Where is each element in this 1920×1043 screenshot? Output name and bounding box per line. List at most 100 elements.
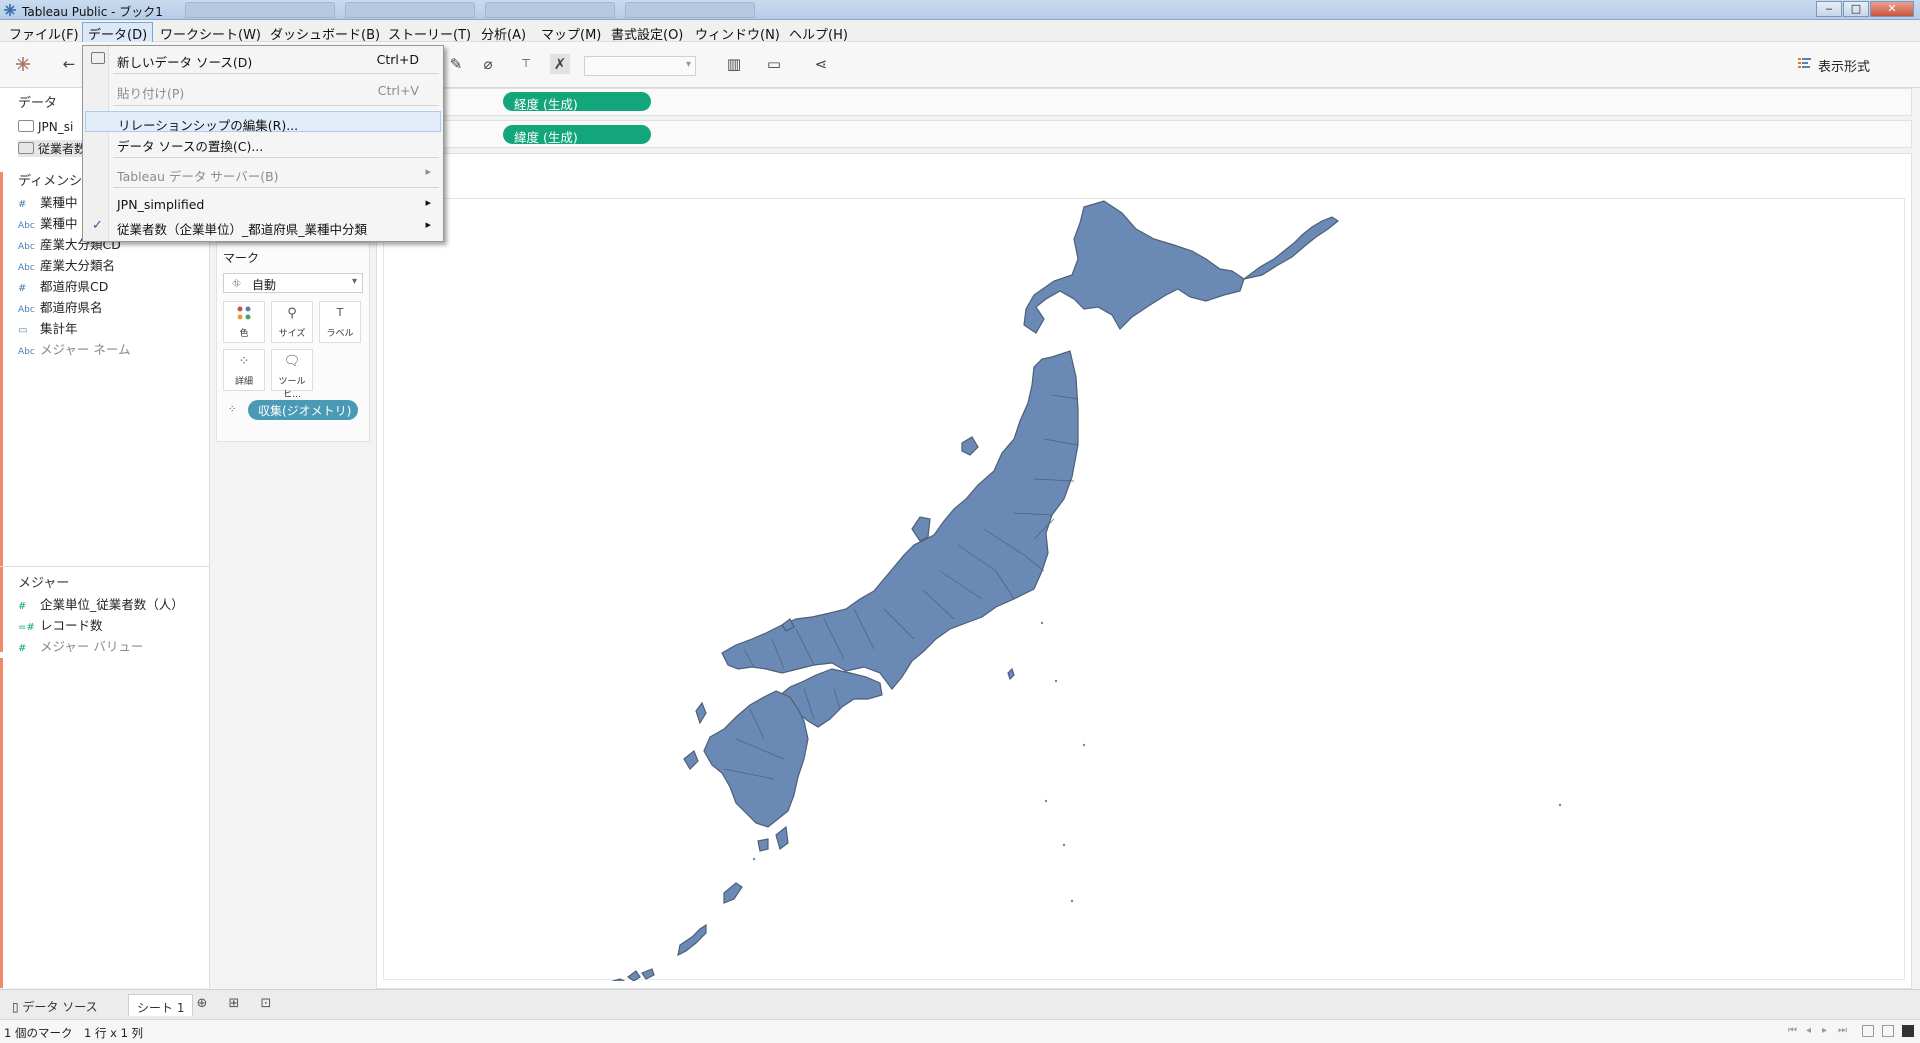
show-me-icon [1798,58,1811,68]
first-sheet-icon[interactable]: ⏮ [1788,1025,1797,1036]
data-pane-header: データ [18,96,58,111]
dimension-field[interactable]: # 都道府県CD [18,276,108,294]
window-title: Tableau Public - ブック1 [22,5,163,19]
menu-format[interactable]: 書式設定(O) [606,23,688,44]
close-button[interactable]: ✕ [1870,1,1914,17]
new-data-source-icon [91,52,105,64]
submenu-arrow-icon: ▸ [425,218,431,231]
menu-separator [113,105,439,106]
dimension-field[interactable]: # 業種中 [18,192,78,210]
share-icon[interactable]: ⋖ [811,54,831,74]
small-island-dot [1044,799,1048,803]
last-sheet-icon[interactable]: ⏭ [1838,1025,1847,1036]
menu-worksheet[interactable]: ワークシート(W) [155,23,266,44]
menu-map[interactable]: マップ(M) [536,23,606,44]
menu-analysis[interactable]: 分析(A) [476,23,531,44]
menu-help[interactable]: ヘルプ(H) [784,23,853,44]
menu-item-paste[interactable]: 貼り付け(P) Ctrl+V [85,80,441,101]
geometry-pill[interactable]: 収集(ジオメトリ) [248,400,358,420]
minimize-button[interactable]: ‒ [1816,1,1842,17]
title-bar: Tableau Public - ブック1 ‒ □ ✕ [0,0,1920,20]
dimension-field[interactable]: Abc 産業大分類名 [18,255,115,273]
prev-sheet-icon[interactable]: ◂ [1806,1025,1811,1036]
tableau-logo-icon[interactable] [13,54,33,74]
mark-type-select[interactable]: ⛗ 自動 [223,273,363,293]
filmstrip-icon[interactable] [1882,1025,1894,1037]
menu-dashboard[interactable]: ダッシュボード(B) [265,23,385,44]
text-icon[interactable]: ⊤ [516,54,536,74]
tooltip-button[interactable]: 🗨 ツールヒ… [271,349,313,400]
size-button[interactable]: ⚲ サイズ [271,301,313,343]
database-icon [18,120,34,132]
menu-item-new-data-source[interactable]: 新しいデータ ソース(D) Ctrl+D [85,49,441,70]
color-button[interactable]: 色 [223,301,265,343]
menu-story[interactable]: ストーリー(T) [383,23,476,44]
small-island-dot [1558,803,1562,807]
pane-divider [0,566,210,567]
fit-icon[interactable]: ▥ [724,54,744,74]
menu-item-jpn-simplified[interactable]: JPN_simplified ▸ [85,194,441,215]
measures-header: メジャー [18,576,70,591]
menu-separator [113,157,439,158]
goto-islands-shape [683,750,699,770]
tsushima-island-shape [695,701,707,725]
menu-item-employee-datasource[interactable]: ✓ 従業者数（企業単位）_都道府県_業種中分類 ▸ [85,216,441,237]
menu-item-replace-data-source[interactable]: データ ソースの置換(C)... [85,133,441,154]
tanegashima-shape [775,825,789,851]
measure-field[interactable]: # メジャー バリュー [18,636,143,654]
miyako-island-shape [641,968,655,980]
new-worksheet-icon[interactable]: ⊕ [193,996,211,1012]
label-button[interactable]: T ラベル [319,301,361,343]
dimension-field[interactable]: Abc 業種中 [18,213,78,231]
small-island-dot [1070,899,1074,903]
show-me-label: 表示形式 [1818,60,1871,75]
data-source-tab[interactable]: ▯ データ ソース [4,994,106,1016]
data-source-item[interactable]: 従業者数 [18,140,91,157]
maximize-button[interactable]: □ [1843,1,1869,17]
hokkaido-shape [1023,200,1245,334]
latitude-pill[interactable]: 緯度 (生成) [503,125,651,145]
new-story-icon[interactable]: ⊡ [257,996,275,1012]
data-source-item[interactable]: JPN_si [18,120,73,134]
menu-item-tableau-data-server[interactable]: Tableau データ サーバー(B) ▸ [85,163,441,184]
back-icon[interactable]: ← [59,54,79,74]
small-island-dot [1082,743,1086,747]
small-island-dot [1040,621,1044,625]
database-icon [18,142,34,154]
marks-count: 1 個のマーク [4,1026,73,1040]
fit-select[interactable] [584,56,696,76]
okinawa-shape [677,923,707,957]
show-me-button[interactable]: 表示形式 [1798,56,1871,75]
sado-island-shape [961,436,979,456]
dimension-field[interactable]: ▭ 集計年 [18,318,78,336]
menu-item-edit-relationships[interactable]: リレーションシップの編集(R)... [85,111,441,133]
menu-separator [113,73,439,74]
next-sheet-icon[interactable]: ▸ [1822,1025,1827,1036]
map-view[interactable] [383,198,1905,988]
noto-peninsula-shape [911,516,931,542]
clear-icon[interactable]: ✗ [550,54,570,74]
annotate-icon[interactable]: ⌀ [478,54,498,74]
menu-window[interactable]: ウィンドウ(N) [690,23,785,44]
data-menu-dropdown: 新しいデータ ソース(D) Ctrl+D 貼り付け(P) Ctrl+V リレーション… [82,45,444,242]
measure-field[interactable]: =# レコード数 [18,615,103,633]
dimension-field[interactable]: Abc メジャー ネーム [18,339,130,357]
viz-area: 1 [376,153,1912,989]
dimension-field[interactable]: Abc 都道府県名 [18,297,103,315]
tabs-view-icon[interactable] [1902,1025,1914,1037]
menu-file[interactable]: ファイル(F) [4,23,84,44]
detail-button[interactable]: ⁘ 詳細 [223,349,265,391]
tooltip-icon: 🗨 [283,354,301,369]
sheet-1-tab[interactable]: シート 1 [128,994,194,1016]
small-island-dot [778,795,782,799]
rows-cols-count: 1 行 x 1 列 [84,1026,144,1040]
tableau-app-icon [4,4,16,16]
highlight-icon[interactable]: ✎ [446,54,466,74]
sheet-sorter-icon[interactable] [1862,1025,1874,1037]
new-dashboard-icon[interactable]: ⊞ [225,996,243,1012]
kyushu-shape [703,690,809,828]
submenu-arrow-icon: ▸ [425,196,431,209]
longitude-pill[interactable]: 経度 (生成) [503,92,651,112]
presentation-icon[interactable]: ▭ [764,54,784,74]
measure-field[interactable]: # 企業単位_従業者数（人） [18,594,184,612]
